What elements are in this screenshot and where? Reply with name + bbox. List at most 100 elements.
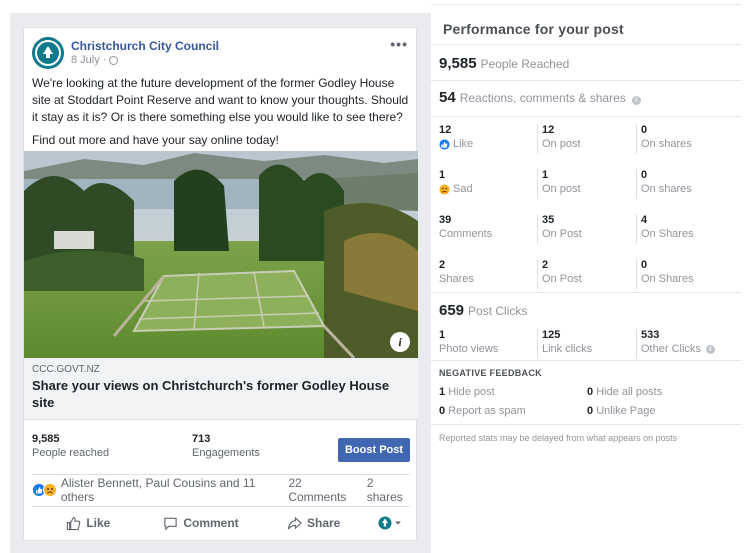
like-reaction-icon bbox=[439, 138, 450, 150]
post-paragraph: Find out more and have your say online t… bbox=[32, 133, 279, 147]
unlike-count: 0 bbox=[587, 405, 594, 417]
comments-on-post-count: 35 bbox=[542, 214, 555, 226]
landscape-photo bbox=[24, 151, 418, 358]
like-count: 12 bbox=[439, 124, 452, 136]
negative-feedback-title: NEGATIVE FEEDBACK bbox=[439, 368, 542, 378]
people-reached-value: 9,585 bbox=[32, 433, 60, 445]
hide-post-stat: 1 Hide post bbox=[439, 386, 495, 398]
performance-title: Performance for your post bbox=[443, 21, 624, 37]
reactions-total: 54 bbox=[439, 89, 456, 106]
people-reached-label: People reached bbox=[32, 447, 110, 459]
comments-count: 39 bbox=[439, 214, 452, 226]
performance-panel: Performance for your post 9,585 People R… bbox=[431, 0, 741, 553]
on-post-label: On post bbox=[542, 138, 581, 150]
sad-on-shares-count: 0 bbox=[641, 169, 648, 181]
link-clicks-count: 125 bbox=[542, 329, 561, 341]
share-arrow-icon bbox=[287, 516, 302, 529]
on-post-label: On Post bbox=[542, 273, 582, 285]
post-card: Christchurch City Council 8 July · ••• W… bbox=[23, 27, 418, 541]
comments-count-link[interactable]: 22 Comments bbox=[288, 476, 361, 504]
shares-label: Shares bbox=[439, 273, 474, 285]
report-spam-stat: 0 Report as spam bbox=[439, 405, 526, 417]
more-options-icon[interactable]: ••• bbox=[390, 36, 408, 52]
comment-label: Comment bbox=[183, 516, 239, 530]
engagements-label: Engagements bbox=[192, 447, 260, 459]
post-clicks-caption: Post Clicks bbox=[468, 304, 528, 318]
sad-stats-row: 1 Sad 1 On post 0 On shares bbox=[439, 169, 739, 201]
sad-label: Sad bbox=[453, 183, 473, 195]
link-title[interactable]: Share your views on Christchurch's forme… bbox=[32, 377, 402, 411]
other-clicks-count: 533 bbox=[641, 329, 660, 341]
reactions-summary: Alister Bennett, Paul Cousins and 11 oth… bbox=[32, 476, 412, 504]
hide-all-count: 0 bbox=[587, 386, 594, 398]
comment-button[interactable]: Comment bbox=[145, 516, 258, 531]
engagements-value: 713 bbox=[192, 433, 211, 445]
post-paragraph: We're looking at the future development … bbox=[32, 76, 409, 124]
thumbs-up-icon bbox=[67, 516, 81, 530]
divider bbox=[431, 4, 741, 5]
engagement-summary: 54 Reactions, comments & shares i bbox=[439, 89, 641, 106]
divider bbox=[32, 506, 410, 507]
unlike-page-stat: 0 Unlike Page bbox=[587, 405, 656, 417]
on-shares-label: On shares bbox=[641, 138, 692, 150]
hide-post-count: 1 bbox=[439, 386, 446, 398]
post-as-selector[interactable] bbox=[370, 516, 410, 530]
info-icon[interactable]: i bbox=[705, 344, 715, 354]
page-avatar[interactable] bbox=[32, 37, 64, 69]
chevron-down-icon bbox=[395, 521, 402, 525]
share-button[interactable]: Share bbox=[257, 516, 370, 531]
spam-label: Report as spam bbox=[448, 405, 526, 417]
page-name-link[interactable]: Christchurch City Council bbox=[71, 39, 219, 53]
sad-count: 1 bbox=[439, 169, 446, 181]
on-shares-label: On shares bbox=[641, 183, 692, 195]
on-shares-label: On Shares bbox=[641, 228, 694, 240]
hide-all-label: Hide all posts bbox=[596, 386, 663, 398]
link-domain: CCC.GOVT.NZ bbox=[32, 364, 100, 375]
divider bbox=[431, 292, 741, 293]
shares-on-post-count: 2 bbox=[542, 259, 549, 271]
council-logo-icon bbox=[35, 40, 61, 66]
reaction-names-link[interactable]: Alister Bennett, Paul Cousins and 11 oth… bbox=[61, 476, 289, 504]
post-date[interactable]: 8 July bbox=[71, 53, 100, 68]
sad-reaction-icon bbox=[439, 183, 450, 195]
shares-count-link[interactable]: 2 shares bbox=[367, 476, 412, 504]
link-preview[interactable]: CCC.GOVT.NZ Share your views on Christch… bbox=[24, 358, 418, 420]
like-label: Like bbox=[453, 138, 474, 150]
unlike-label: Unlike Page bbox=[596, 405, 656, 417]
spam-count: 0 bbox=[439, 405, 446, 417]
sad-reaction-icon[interactable] bbox=[42, 483, 57, 497]
post-header: Christchurch City Council 8 July · bbox=[32, 37, 219, 69]
info-icon[interactable]: i bbox=[631, 96, 641, 105]
on-shares-label: On Shares bbox=[641, 273, 694, 285]
like-button[interactable]: Like bbox=[32, 516, 145, 531]
divider bbox=[431, 360, 741, 361]
divider bbox=[431, 44, 741, 45]
people-reached-total: 9,585 bbox=[439, 55, 477, 72]
like-stats-row: 12 Like 12 On post 0 On shares bbox=[439, 124, 739, 156]
other-clicks-label: Other Clicks bbox=[641, 343, 701, 355]
like-on-shares-count: 0 bbox=[641, 124, 648, 136]
like-label: Like bbox=[86, 516, 111, 530]
post-clicks-total: 659 bbox=[439, 302, 465, 319]
page-avatar-small-icon bbox=[378, 516, 392, 530]
people-reached-caption: People Reached bbox=[480, 57, 570, 71]
boost-post-button[interactable]: Boost Post bbox=[338, 438, 410, 462]
reactions-caption: Reactions, comments & shares bbox=[459, 91, 626, 105]
stats-disclaimer: Reported stats may be delayed from what … bbox=[439, 433, 678, 443]
info-icon[interactable]: i bbox=[390, 332, 410, 352]
divider bbox=[431, 80, 741, 81]
post-body: We're looking at the future development … bbox=[32, 75, 412, 155]
globe-icon[interactable] bbox=[109, 55, 119, 65]
on-post-label: On Post bbox=[542, 228, 582, 240]
people-reached-summary: 9,585 People Reached bbox=[439, 55, 569, 72]
date-separator: · bbox=[102, 53, 107, 66]
like-on-post-count: 12 bbox=[542, 124, 555, 136]
clicks-breakdown-row: 1 Photo views 125 Link clicks 533 Other Cli… bbox=[439, 329, 739, 361]
post-photo[interactable]: i bbox=[24, 151, 418, 358]
share-label: Share bbox=[307, 516, 341, 530]
comment-icon bbox=[164, 517, 178, 530]
hide-all-posts-stat: 0 Hide all posts bbox=[587, 386, 662, 398]
post-actions: Like Comment Share bbox=[32, 509, 410, 537]
comments-on-shares-count: 4 bbox=[641, 214, 648, 226]
divider bbox=[431, 424, 741, 425]
